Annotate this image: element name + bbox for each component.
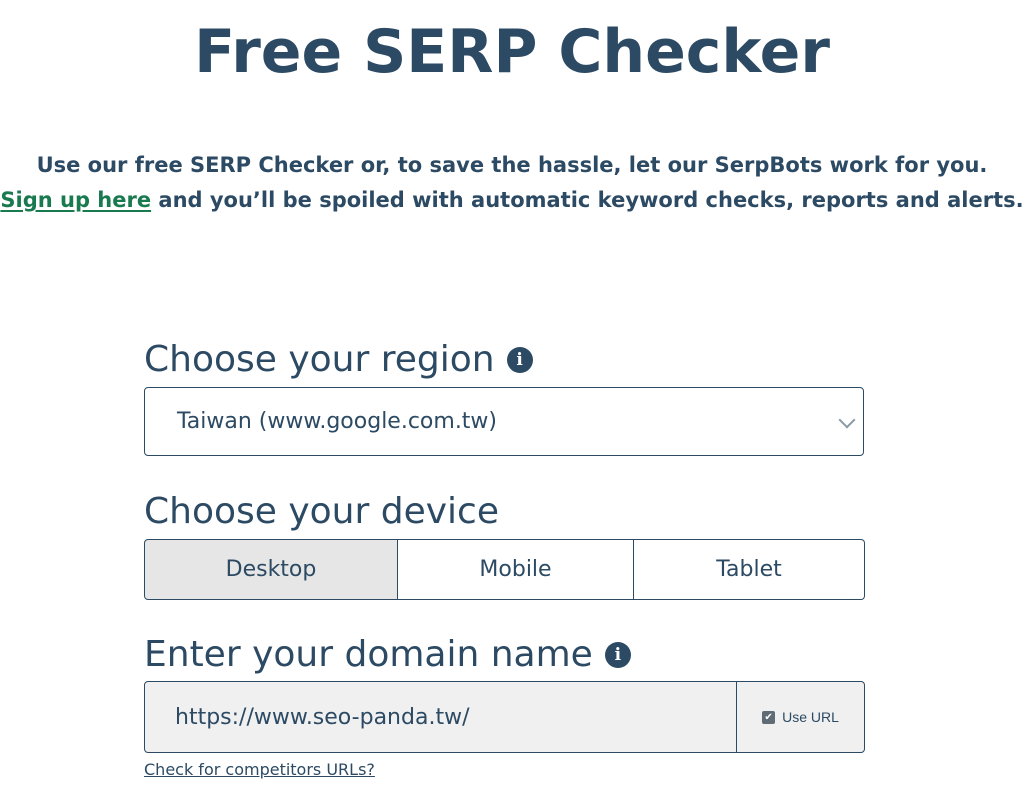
region-select[interactable]: Taiwan (www.google.com.tw) [144, 387, 864, 456]
domain-info-icon[interactable]: i [604, 642, 631, 668]
region-info-icon[interactable]: i [506, 347, 533, 373]
use-url-label: Use URL [782, 709, 839, 725]
use-url-toggle[interactable]: ✔ Use URL [737, 682, 864, 752]
intro-text: Use our free SERP Checker or, to save th… [0, 148, 1024, 218]
intro-line-2: Sign up here and you’ll be spoiled with … [0, 183, 1024, 218]
page-title: Free SERP Checker [194, 17, 830, 87]
signup-link[interactable]: Sign up here [0, 188, 151, 212]
use-url-checkbox[interactable]: ✔ [762, 710, 776, 724]
intro-line-2-rest: and you’ll be spoiled with automatic key… [151, 188, 1024, 212]
region-selected-value: Taiwan (www.google.com.tw) [177, 409, 498, 434]
region-label-text: Choose your region [144, 339, 495, 380]
intro-line-1: Use our free SERP Checker or, to save th… [36, 153, 988, 177]
chevron-down-icon [838, 411, 856, 429]
device-option-mobile[interactable]: Mobile [398, 539, 634, 600]
domain-field-group: https://www.seo-panda.tw/ ✔ Use URL [144, 681, 865, 753]
competitors-link[interactable]: Check for competitors URLs? [144, 760, 375, 779]
domain-label-text: Enter your domain name [144, 634, 593, 675]
domain-input[interactable]: https://www.seo-panda.tw/ [145, 682, 737, 752]
region-label: Choose your region i [144, 338, 533, 382]
device-label: Choose your device [144, 490, 499, 534]
device-option-desktop[interactable]: Desktop [144, 539, 398, 600]
domain-label: Enter your domain name i [144, 633, 631, 677]
device-selector: Desktop Mobile Tablet [144, 539, 865, 600]
device-label-text: Choose your device [144, 491, 499, 532]
device-option-tablet[interactable]: Tablet [634, 539, 865, 600]
